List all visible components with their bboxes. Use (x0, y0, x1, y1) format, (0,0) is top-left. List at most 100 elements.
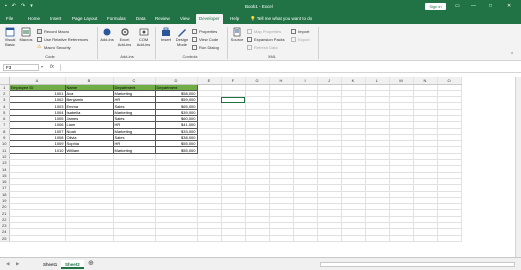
addins-button[interactable]: Add-ins (100, 27, 114, 43)
tab-home[interactable]: Home (28, 16, 40, 21)
column-header-a[interactable]: A (9, 77, 66, 85)
column-header-f[interactable]: F (221, 77, 246, 85)
use-relative-references-button[interactable]: Use Relative References (37, 36, 88, 42)
column-header-k[interactable]: K (341, 77, 366, 85)
view-code-button[interactable]: View Code (192, 36, 218, 42)
cell-h25[interactable] (269, 235, 294, 242)
column-header-g[interactable]: G (245, 77, 270, 85)
cell-g25[interactable] (245, 235, 270, 242)
column-header-h[interactable]: H (269, 77, 294, 85)
macro-security-button[interactable]: ⚠ Macro Security (37, 44, 71, 50)
cell-i25[interactable] (293, 235, 318, 242)
export-button[interactable]: Export (291, 36, 310, 42)
tab-review[interactable]: Review (155, 16, 170, 21)
cell-c25[interactable] (113, 235, 156, 242)
group-label-controls: Controls (182, 54, 198, 59)
column-header-o[interactable]: O (437, 77, 462, 85)
com-addins-button[interactable]: COM Add-ins (135, 27, 152, 47)
import-button[interactable]: Import (291, 28, 309, 34)
cell-o25[interactable] (437, 235, 462, 242)
run-dialog-button[interactable]: Run Dialog (192, 44, 219, 50)
separator (318, 27, 319, 59)
save-icon[interactable]: ▪ (5, 3, 7, 9)
tab-insert[interactable]: Insert (50, 16, 61, 21)
group-label-xml: XML (267, 54, 277, 59)
ribbon-display-icon[interactable]: ▭ (455, 3, 460, 10)
next-sheet-icon[interactable]: ▶ (16, 261, 19, 267)
collapse-ribbon-icon[interactable]: ⌃ (510, 52, 514, 58)
sheet-tab-sheet1[interactable]: Sheet1 (39, 260, 61, 269)
tab-formulas[interactable]: Formulas (107, 16, 126, 21)
cells-table[interactable]: A B C D E F G H I J K L M N O 1 Employee ID Name Departmen… (0, 77, 462, 242)
namebox-dropdown-icon[interactable]: ▾ (41, 64, 43, 69)
minimize-icon[interactable]: — (471, 3, 476, 10)
customize-qat-icon[interactable]: ▾ (30, 3, 33, 9)
cell-e25[interactable] (197, 235, 222, 242)
undo-icon[interactable]: ↶ (12, 3, 16, 9)
macros-button[interactable]: Macros (19, 27, 33, 43)
column-header-m[interactable]: M (389, 77, 414, 85)
warning-icon: ⚠ (37, 43, 42, 50)
refresh-data-button[interactable]: Refresh Data (247, 44, 278, 50)
worksheet-grid[interactable]: A B C D E F G H I J K L M N O 1 Employee ID Name Departmen… (0, 77, 521, 257)
record-macro-button[interactable]: Record Macro (37, 28, 69, 34)
design-mode-button[interactable]: Design Mode (175, 27, 189, 47)
tab-developer[interactable]: Developer (196, 14, 223, 24)
tab-file[interactable]: File (6, 16, 13, 21)
column-header-c[interactable]: C (113, 77, 156, 85)
macros-icon (21, 27, 31, 37)
tab-help[interactable]: Help (230, 16, 239, 21)
window-title: Book1 - Excel (245, 3, 273, 9)
visual-basic-icon (5, 27, 15, 37)
column-headers: ABCDEFGHIJKLMNO (0, 77, 462, 85)
tab-data[interactable]: Data (136, 16, 146, 21)
redo-icon[interactable]: ↷ (21, 3, 25, 9)
column-header-n[interactable]: N (413, 77, 438, 85)
tab-page-layout[interactable]: Page Layout (72, 16, 97, 21)
maximize-icon[interactable]: □ (489, 3, 492, 10)
insert-control-button[interactable]: Insert (159, 27, 173, 43)
cell-n25[interactable] (413, 235, 438, 242)
properties-button[interactable]: Properties (192, 28, 217, 34)
column-header-j[interactable]: J (317, 77, 342, 85)
column-header-d[interactable]: D (155, 77, 198, 85)
cell-k25[interactable] (341, 235, 366, 242)
separator (97, 27, 98, 59)
cell-b25[interactable] (65, 235, 114, 242)
cell-l25[interactable] (365, 235, 390, 242)
select-all-corner[interactable] (0, 77, 10, 85)
tab-view[interactable]: View (180, 16, 190, 21)
visual-basic-button[interactable]: Visual Basic (3, 27, 17, 47)
tell-me-search[interactable]: 💡 Tell me what you want to do (250, 16, 312, 22)
sheet-tabs-bar: ◀ ▶ Sheet1 Sheet2 ⊕ (0, 257, 521, 270)
formula-input[interactable] (60, 64, 515, 71)
cell-a25[interactable] (9, 235, 66, 242)
quick-access-toolbar: ▪ ↶ ↷ ▾ (5, 3, 33, 9)
column-header-l[interactable]: L (365, 77, 390, 85)
source-button[interactable]: Source (230, 27, 244, 43)
expansion-packs-button[interactable]: Expansion Packs (247, 36, 285, 42)
row-header[interactable]: 25 (0, 235, 10, 242)
group-label-code: Code (45, 54, 55, 59)
title-bar: ▪ ↶ ↷ ▾ Book1 - Excel Sign in ▭ — □ ✕ (0, 0, 521, 13)
sign-in-button[interactable]: Sign in (425, 3, 446, 10)
name-box[interactable]: F3 (3, 64, 39, 71)
fx-icon[interactable]: fx (50, 64, 54, 70)
close-icon[interactable]: ✕ (507, 3, 511, 10)
vertical-scrollbar[interactable] (515, 77, 521, 257)
cell-f25[interactable] (221, 235, 246, 242)
expansion-packs-icon (247, 36, 252, 42)
column-header-e[interactable]: E (197, 77, 222, 85)
cell-m25[interactable] (389, 235, 414, 242)
horizontal-scrollbar[interactable] (320, 262, 515, 267)
excel-addins-button[interactable]: Excel Add-ins (116, 27, 133, 47)
column-header-b[interactable]: B (65, 77, 114, 85)
cell-j25[interactable] (317, 235, 342, 242)
column-header-i[interactable]: I (293, 77, 318, 85)
map-properties-button[interactable]: Map Properties (247, 28, 281, 34)
add-sheet-icon[interactable]: ⊕ (88, 259, 94, 267)
prev-sheet-icon[interactable]: ◀ (6, 261, 9, 267)
cell-d25[interactable] (155, 235, 198, 242)
sheet-tab-sheet2[interactable]: Sheet2 (61, 260, 84, 269)
record-icon (37, 28, 42, 34)
